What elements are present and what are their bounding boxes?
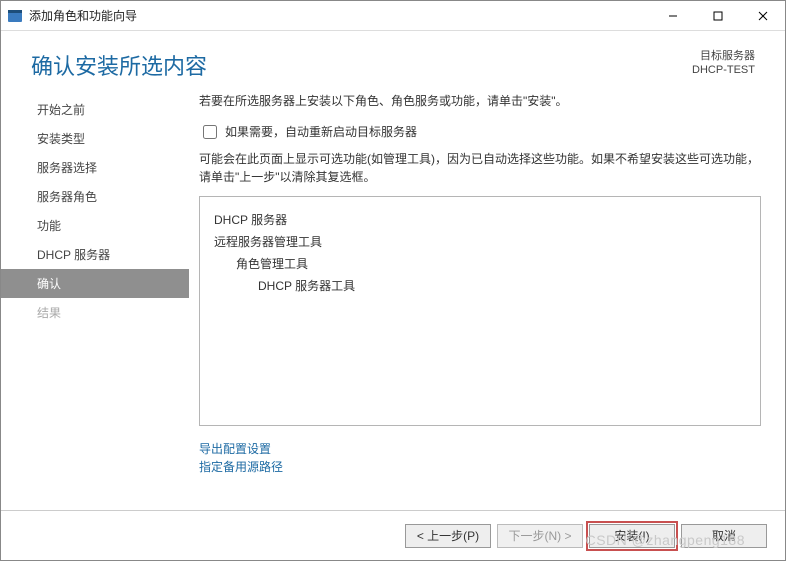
- sidebar-item-before-you-begin[interactable]: 开始之前: [1, 95, 189, 124]
- window-controls: [650, 2, 785, 30]
- sidebar-item-features[interactable]: 功能: [1, 211, 189, 240]
- next-button: 下一步(N) >: [497, 524, 583, 548]
- sidebar-item-results: 结果: [1, 298, 189, 327]
- list-item-dhcp-server: DHCP 服务器: [214, 209, 746, 231]
- sidebar-item-confirmation[interactable]: 确认: [1, 269, 189, 298]
- maximize-icon: [713, 11, 723, 21]
- previous-button[interactable]: < 上一步(P): [405, 524, 491, 548]
- alternate-source-link[interactable]: 指定备用源路径: [199, 458, 761, 476]
- window-title: 添加角色和功能向导: [29, 7, 650, 24]
- links: 导出配置设置 指定备用源路径: [199, 440, 761, 476]
- wizard-window: 添加角色和功能向导 确认安装所选内容 目标服务器 DHCP-TEST 开始之前 …: [0, 0, 786, 561]
- target-label: 目标服务器: [692, 49, 755, 63]
- list-item-remote-tools: 远程服务器管理工具: [214, 231, 746, 253]
- sidebar-item-install-type[interactable]: 安装类型: [1, 124, 189, 153]
- footer: < 上一步(P) 下一步(N) > 安装(I) 取消 CSDN @zhangpe…: [1, 510, 785, 560]
- auto-restart-label: 如果需要，自动重新启动目标服务器: [225, 123, 417, 140]
- close-button[interactable]: [740, 2, 785, 30]
- sidebar-item-server-selection[interactable]: 服务器选择: [1, 153, 189, 182]
- sidebar: 开始之前 安装类型 服务器选择 服务器角色 功能 DHCP 服务器 确认 结果: [1, 93, 189, 510]
- minimize-button[interactable]: [650, 2, 695, 30]
- list-item-dhcp-tools: DHCP 服务器工具: [214, 275, 746, 297]
- target-info: 目标服务器 DHCP-TEST: [692, 49, 755, 77]
- intro-text: 若要在所选服务器上安装以下角色、角色服务或功能，请单击"安装"。: [199, 93, 761, 109]
- export-settings-link[interactable]: 导出配置设置: [199, 440, 761, 458]
- close-icon: [758, 11, 768, 21]
- restart-checkbox-row: 如果需要，自动重新启动目标服务器: [199, 123, 761, 140]
- app-icon: [7, 8, 23, 24]
- note-text: 可能会在此页面上显示可选功能(如管理工具)，因为已自动选择这些功能。如果不希望安…: [199, 150, 761, 186]
- page-title: 确认安装所选内容: [31, 49, 207, 81]
- header: 确认安装所选内容 目标服务器 DHCP-TEST: [1, 31, 785, 93]
- maximize-button[interactable]: [695, 2, 740, 30]
- main-content: 若要在所选服务器上安装以下角色、角色服务或功能，请单击"安装"。 如果需要，自动…: [189, 93, 785, 510]
- install-button[interactable]: 安装(I): [589, 524, 675, 548]
- auto-restart-checkbox[interactable]: [203, 125, 217, 139]
- selection-list: DHCP 服务器 远程服务器管理工具 角色管理工具 DHCP 服务器工具: [199, 196, 761, 426]
- sidebar-item-dhcp-server[interactable]: DHCP 服务器: [1, 240, 189, 269]
- titlebar: 添加角色和功能向导: [1, 1, 785, 31]
- list-item-role-admin-tools: 角色管理工具: [214, 253, 746, 275]
- cancel-button[interactable]: 取消: [681, 524, 767, 548]
- body: 开始之前 安装类型 服务器选择 服务器角色 功能 DHCP 服务器 确认 结果 …: [1, 93, 785, 510]
- minimize-icon: [668, 11, 678, 21]
- target-value: DHCP-TEST: [692, 63, 755, 77]
- sidebar-item-server-roles[interactable]: 服务器角色: [1, 182, 189, 211]
